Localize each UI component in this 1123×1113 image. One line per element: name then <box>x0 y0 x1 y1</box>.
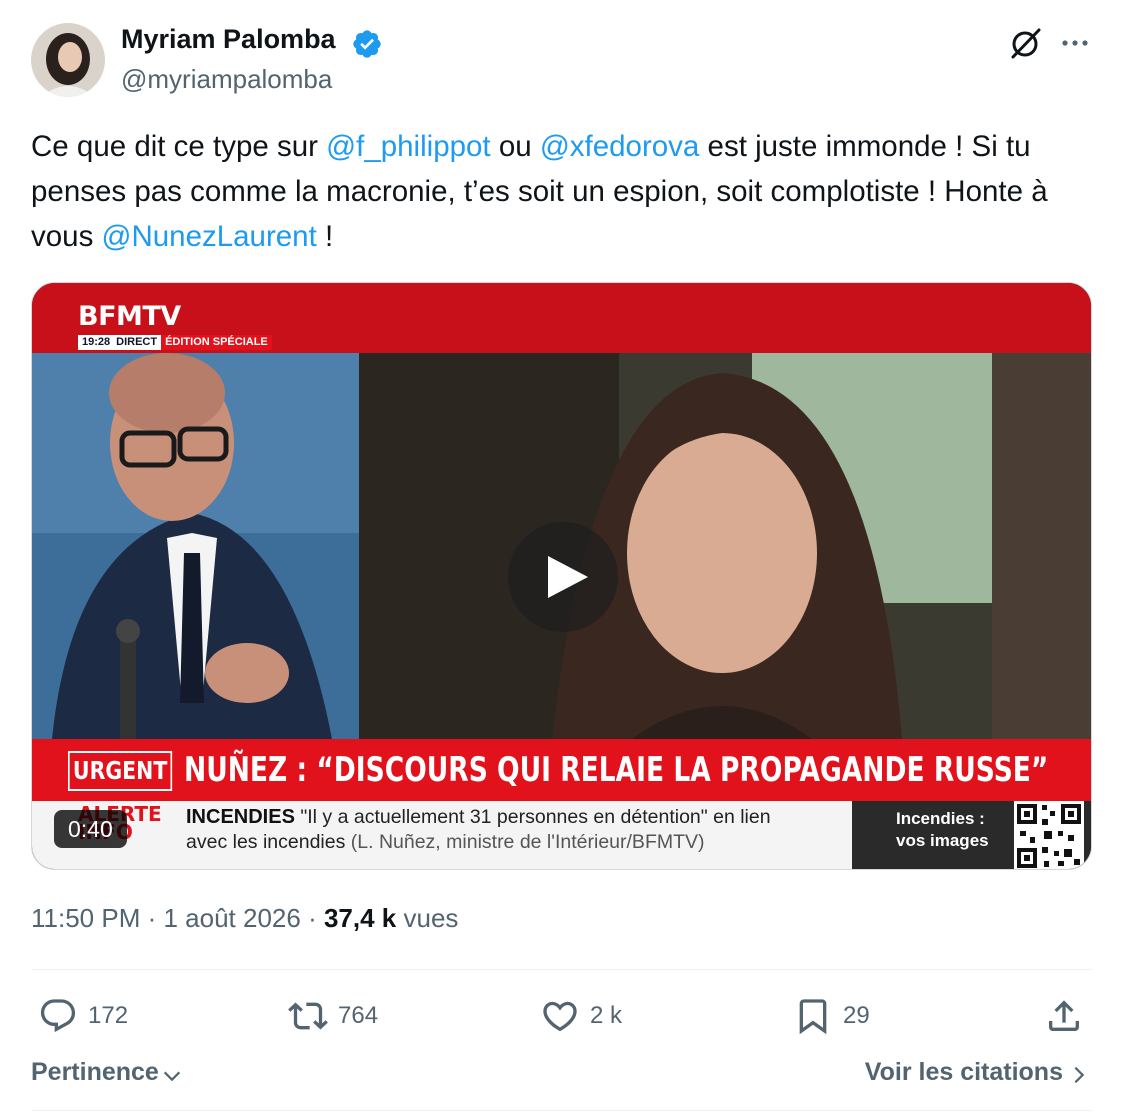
mention-link[interactable]: @NunezLaurent <box>102 220 317 253</box>
tweet-text-segment: ou <box>490 130 540 163</box>
author-name[interactable]: Myriam Palomba <box>121 24 336 55</box>
video-headline: NUÑEZ : “DISCOURS QUI RELAIE LA PROPAGAN… <box>184 750 1049 790</box>
quotes-label: Voir les citations <box>864 1058 1063 1086</box>
view-count: 37,4 k <box>323 903 397 933</box>
author-handle[interactable]: @myriampalomba <box>121 64 332 95</box>
repost-button[interactable]: 764 <box>288 993 378 1039</box>
mention-link[interactable]: @f_philippot <box>326 130 490 163</box>
tweet-date[interactable]: 1 août 2026 <box>163 903 300 933</box>
divider <box>31 1110 1093 1111</box>
reply-button[interactable]: 172 <box>38 993 128 1039</box>
bookmark-icon <box>799 999 827 1035</box>
play-button[interactable] <box>508 522 618 632</box>
edition-label: ÉDITION SPÉCIALE <box>161 335 272 350</box>
separator-dot: · <box>308 903 324 933</box>
separator-dot: · <box>147 903 164 933</box>
chevron-right-icon <box>1074 1066 1085 1083</box>
share-icon <box>1049 1000 1079 1031</box>
more-icon[interactable] <box>1058 28 1092 58</box>
heart-icon <box>543 1001 577 1032</box>
sort-label: Pertinence <box>31 1058 159 1086</box>
live-label: DIRECT <box>114 335 162 350</box>
tweet-time[interactable]: 11:50 PM <box>31 903 140 933</box>
side-promo-line: vos images <box>896 831 989 850</box>
avatar[interactable] <box>31 23 105 97</box>
verified-badge-icon <box>353 30 381 58</box>
ticker-line: "Il y a actuellement 31 personnes en dét… <box>294 806 771 828</box>
bookmark-button[interactable]: 29 <box>793 993 870 1039</box>
tweet-meta: 11:50 PM · 1 août 2026 · 37,4 k vues <box>31 903 458 934</box>
news-ticker: INCENDIES "Il y a actuellement 31 person… <box>186 805 886 855</box>
like-count: 2 k <box>590 1002 623 1029</box>
mention-link[interactable]: @xfedorova <box>540 130 700 163</box>
side-promo: Incendies : vos images <box>896 808 989 852</box>
ticker-line: avec les incendies <box>186 831 351 853</box>
views-label: vues <box>403 903 459 933</box>
view-quotes-link[interactable]: Voir les citations <box>865 1058 1089 1087</box>
bookmark-count: 29 <box>843 1002 870 1029</box>
divider <box>31 969 1093 970</box>
ticker-topic: INCENDIES <box>186 806 295 828</box>
play-icon <box>548 556 588 598</box>
ticker-source: (L. Nuñez, ministre de l'Intérieur/BFMTV… <box>350 831 705 853</box>
like-button[interactable]: 2 k <box>540 993 622 1039</box>
tweet-text-segment: ! <box>316 220 334 253</box>
broadcast-time: 19:28 <box>78 335 115 350</box>
repost-icon <box>288 1002 328 1030</box>
reply-count: 172 <box>88 1002 129 1029</box>
chevron-down-icon <box>163 1071 180 1081</box>
grok-icon[interactable] <box>1006 24 1044 62</box>
reply-icon <box>40 999 76 1033</box>
side-promo-line: Incendies : <box>896 809 985 828</box>
share-button[interactable] <box>1044 993 1084 1039</box>
video-duration: 0:40 <box>54 810 127 848</box>
channel-logo: BFMTV <box>78 301 181 332</box>
video-player[interactable]: BFMTV 19:28 DIRECT ÉDITION SPÉCIALE URGE… <box>31 282 1092 870</box>
tweet-text-segment: Ce que dit ce type sur <box>31 130 327 163</box>
broadcast-strip: 19:28 DIRECT ÉDITION SPÉCIALE <box>78 335 272 350</box>
urgent-label: URGENT <box>68 751 173 791</box>
sort-dropdown[interactable]: Pertinence <box>31 1058 183 1087</box>
qr-code-icon <box>1014 801 1084 869</box>
repost-count: 764 <box>338 1002 379 1029</box>
tweet-text: Ce que dit ce type sur @f_philippot ou @… <box>31 124 1101 259</box>
